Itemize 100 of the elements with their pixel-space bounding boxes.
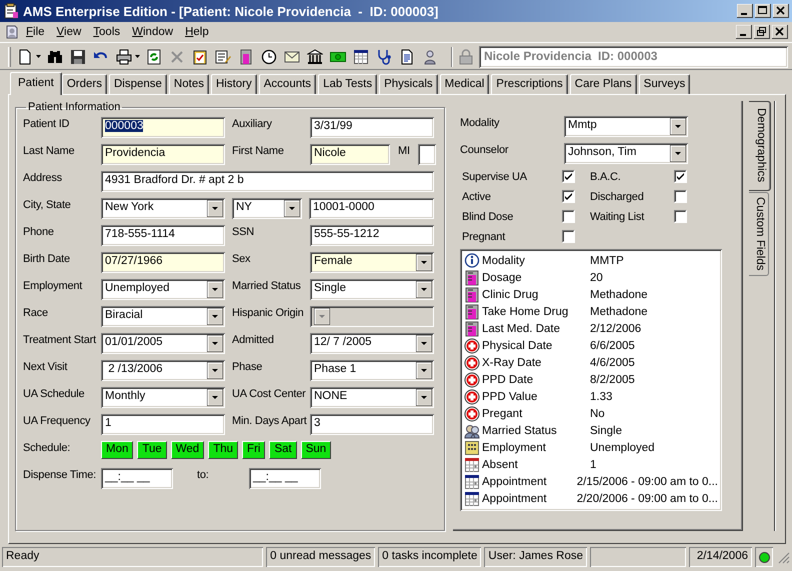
dropdown-field[interactable]: 2 /13/2006 [101,360,225,381]
checkbox[interactable] [674,190,687,203]
weekday-toggle[interactable]: Tue [137,441,167,459]
dropdown-field[interactable]: 12/ 7 /2005 [310,333,434,354]
binoculars-icon[interactable] [47,48,63,64]
dropdown-arrow-icon[interactable] [670,118,686,135]
lock-icon[interactable] [459,48,473,64]
dropdown-arrow-icon[interactable] [416,254,432,271]
dropdown-field[interactable]: Phase 1 [310,360,434,381]
weekday-toggle[interactable]: Mon [101,441,134,459]
tab[interactable]: Care Plans [570,74,637,94]
text-field[interactable]: Nicole [310,144,390,165]
dropdown-arrow-icon[interactable] [207,281,223,298]
checkbox[interactable] [562,230,575,243]
dropdown-field[interactable]: NONE [310,387,434,408]
tab[interactable]: Dispense [108,74,167,94]
dropdown-caret-icon[interactable] [36,55,41,58]
dropdown-field[interactable]: Biracial [101,306,225,327]
checkbox[interactable] [562,210,575,223]
dropdown-arrow-icon[interactable] [207,200,223,217]
text-field[interactable] [418,144,436,165]
beaker-icon[interactable] [238,48,254,64]
envelope-icon[interactable] [284,48,300,64]
weekday-toggle[interactable]: Sun [300,441,332,459]
menu-item[interactable]: File [20,25,51,39]
text-field[interactable]: __:__ __ [101,468,173,489]
menu-item[interactable]: View [50,25,88,39]
weekday-toggle[interactable]: Thu [208,441,238,459]
maximize-button[interactable] [755,4,771,18]
dropdown-arrow-icon[interactable] [207,308,223,325]
checkbox[interactable] [674,210,687,223]
text-field[interactable]: 07/27/1966 [101,252,225,273]
dropdown-field[interactable]: Female [310,252,434,273]
summary-value: 2/12/2006 [590,322,642,334]
dropdown-caret-icon[interactable] [135,55,140,58]
checkbox[interactable] [674,170,687,183]
tab[interactable]: Surveys [638,74,690,94]
new-document-icon[interactable] [17,48,33,64]
dropdown-field[interactable]: New York [101,198,225,219]
tab[interactable]: Accounts [258,74,316,94]
tab[interactable]: Lab Tests [318,74,378,94]
vertical-tab[interactable]: Custom Fields [749,192,769,276]
vertical-tab[interactable]: Demographics [749,101,771,192]
tab[interactable]: Patient [10,72,62,95]
tab[interactable]: Physicals [379,74,438,94]
minimize-button[interactable] [736,25,752,39]
menu-item[interactable]: Tools [87,25,126,39]
text-field[interactable]: 000003 [101,117,225,138]
dropdown-field[interactable]: Single [310,279,434,300]
dropdown-arrow-icon[interactable] [416,389,432,406]
text-field[interactable]: 10001-0000 [309,198,434,219]
weekday-toggle[interactable]: Fri [242,441,266,459]
menu-item[interactable]: Window [126,25,180,39]
weekday-toggle[interactable]: Sat [269,441,297,459]
checkbox[interactable] [562,190,575,203]
checkbox[interactable] [562,170,575,183]
dropdown-field[interactable]: 01/01/2005 [101,333,225,354]
stethoscope-icon[interactable] [376,48,392,64]
person-icon[interactable] [422,48,438,64]
close-button[interactable] [773,4,789,18]
restore-button[interactable] [754,25,770,39]
clock-icon[interactable] [261,48,277,64]
text-field[interactable]: Providencia [101,144,225,165]
dropdown-field[interactable]: NY [232,198,302,219]
text-field[interactable]: 1 [101,414,225,435]
text-field[interactable]: 555-55-1212 [310,225,434,246]
weekday-toggle[interactable]: Wed [170,441,204,459]
text-field[interactable]: 3/31/99 [310,117,434,138]
text-field[interactable]: 718-555-1114 [101,225,225,246]
dropdown-arrow-icon[interactable] [284,200,300,217]
dropdown-arrow-icon[interactable] [416,362,432,379]
tab[interactable]: Medical [440,74,490,94]
dropdown-arrow-icon[interactable] [207,389,223,406]
document-icon[interactable] [399,48,415,64]
refresh-icon[interactable] [146,48,162,64]
dropdown-field[interactable]: Mmtp [564,116,688,137]
calendar-icon[interactable] [353,48,369,64]
resize-grip-icon[interactable] [776,550,790,564]
clipboard-icon[interactable] [192,48,208,64]
dropdown-arrow-icon[interactable] [670,145,686,162]
dropdown-field[interactable]: Johnson, Tim [564,143,688,164]
bank-icon[interactable] [307,48,323,64]
tab[interactable]: Orders [62,74,107,94]
dropdown-field[interactable]: Unemployed [101,279,225,300]
notepad-icon[interactable] [215,48,231,64]
menu-item[interactable]: Help [179,25,215,39]
dropdown-field[interactable]: Monthly [101,387,225,408]
tab[interactable]: History [210,74,257,94]
tab[interactable]: Notes [168,74,209,94]
text-field[interactable]: 3 [310,414,434,435]
printer-icon[interactable] [116,48,132,64]
text-field[interactable]: 4931 Bradford Dr. # apt 2 b [101,171,434,192]
close-button[interactable] [772,25,788,39]
text-field[interactable]: __:__ __ [249,468,321,489]
dropdown-arrow-icon[interactable] [207,362,223,379]
dropdown-arrow-icon[interactable] [416,335,432,352]
dropdown-arrow-icon[interactable] [416,281,432,298]
minimize-button[interactable] [737,4,753,18]
tab[interactable]: Prescriptions [491,74,568,94]
dropdown-arrow-icon[interactable] [207,335,223,352]
